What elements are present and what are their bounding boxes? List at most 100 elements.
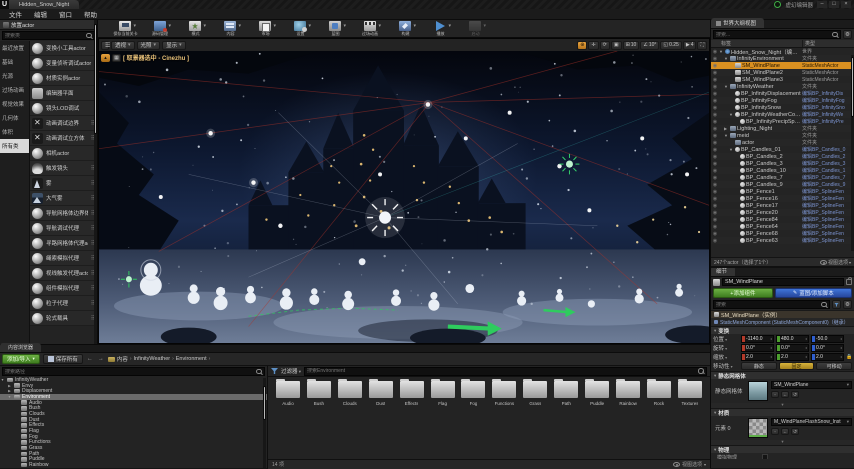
z-field[interactable]: 0.0° (811, 344, 844, 352)
outliner-row-type[interactable]: 编辑BP_Candles_0 (802, 146, 854, 153)
outliner-row-type[interactable]: 编辑BP_InfinityDis (802, 90, 854, 97)
outliner-search[interactable] (713, 30, 841, 39)
outliner-row[interactable]: ◉ BP_Fence20 编辑BP_SplineFen (711, 209, 854, 216)
toolbar-button[interactable]: 蓝图 (318, 21, 352, 37)
grid-snap-button[interactable]: ⊞ 10 (623, 41, 640, 50)
outliner-row-type[interactable]: StaticMeshActor (802, 70, 854, 76)
expander-icon[interactable]: ▼ (729, 147, 734, 152)
place-actor-item[interactable]: 大气雾 ⠿ (30, 191, 97, 206)
path-search-input[interactable] (5, 369, 256, 375)
reset-icon[interactable]: ↺ (791, 391, 799, 398)
scale-tool-button[interactable]: ▣ (611, 41, 622, 50)
place-actor-item[interactable]: 镜头LOD调试 ⠿ (30, 101, 97, 116)
place-actor-item[interactable]: 变换小工具actor ⠿ (30, 41, 97, 56)
outliner-row-type[interactable]: 编辑BP_SplineFen (802, 188, 854, 195)
outliner-row[interactable]: ◉ BP_Fence64 编辑BP_SplineFen (711, 223, 854, 230)
toolbar-button[interactable]: 过场动画 (353, 21, 387, 37)
transform-section-header[interactable]: 变换 (711, 326, 854, 334)
assets-search-input[interactable] (307, 368, 698, 374)
content-browser-tab[interactable]: 内容浏览器 (0, 343, 41, 352)
outliner-row-type[interactable]: 文件夹 (802, 125, 854, 132)
outliner-row[interactable]: ◉ BP_Fence63 编辑BP_SplineFen (711, 237, 854, 244)
place-actors-search-input[interactable] (5, 33, 86, 39)
details-tab[interactable]: 细节 (711, 268, 735, 276)
gizmo-coordinate-button[interactable]: ⊕ (577, 41, 587, 50)
y-field[interactable]: 2.0 (776, 353, 809, 361)
outliner-row[interactable]: ◉ SM_WindPlane2 StaticMeshActor (711, 69, 854, 76)
browse-to-asset-icon[interactable]: ◦ (771, 391, 779, 398)
toolbar-button[interactable]: 设置 (283, 21, 317, 37)
browse-to-asset-icon[interactable]: ◦ (771, 428, 779, 435)
details-settings-button[interactable]: ⚙ (843, 300, 852, 309)
visibility-eye-icon[interactable]: ◉ (711, 196, 719, 202)
outliner-row-type[interactable]: 编辑BP_InfinityFog (802, 97, 854, 104)
window-control-button[interactable]: × (841, 1, 851, 8)
visibility-eye-icon[interactable]: ◉ (711, 84, 719, 90)
outliner-row[interactable]: ◉ BP_InfinityPrecipSphere 编辑BP_InfinityP… (711, 118, 854, 125)
rotate-tool-button[interactable]: ⟳ (600, 41, 610, 50)
visibility-eye-icon[interactable]: ◉ (711, 98, 719, 104)
place-actors-category[interactable]: 所有类 (0, 139, 29, 153)
outliner-row-type[interactable]: 文件夹 (802, 55, 854, 62)
folder-tile[interactable]: Effects (398, 381, 426, 406)
visibility-eye-icon[interactable]: ◉ (711, 91, 719, 97)
visibility-eye-icon[interactable]: ◉ (711, 210, 719, 216)
outliner-row[interactable]: ◉ BP_Candles_9 编辑BP_Candles_9 (711, 181, 854, 188)
outliner-row-type[interactable]: 编辑BP_InfinitySno (802, 104, 854, 111)
folder-tile[interactable]: Audio (274, 381, 302, 406)
folder-tile[interactable]: Dust (367, 381, 395, 406)
visibility-eye-icon[interactable]: ◉ (711, 217, 719, 223)
visibility-eye-icon[interactable]: ◉ (711, 119, 719, 125)
outliner-row-type[interactable]: 编辑BP_InfinityWe (802, 111, 854, 118)
place-actor-item[interactable]: 材质实例actor ⠿ (30, 71, 97, 86)
place-actors-category[interactable]: 视觉效果 (0, 97, 29, 111)
x-field[interactable]: -1140.0 (741, 335, 774, 343)
toolbar-button[interactable]: 内容 (213, 21, 247, 37)
visibility-eye-icon[interactable]: ◉ (711, 182, 719, 188)
eject-pilot-button[interactable]: ▴ (101, 54, 110, 62)
content-tree-scrollbar[interactable] (263, 378, 266, 468)
place-actor-item[interactable]: 导航调试代理 ⠿ (30, 221, 97, 236)
outliner-row-type[interactable]: 编辑BP_Candles_9 (802, 181, 854, 188)
y-field[interactable]: 480.0 (776, 335, 809, 343)
filters-button[interactable]: 过滤器 (281, 367, 301, 375)
visibility-eye-icon[interactable]: ◉ (711, 147, 719, 153)
details-search[interactable] (713, 300, 830, 309)
outliner-row-type[interactable]: 编辑BP_Candles_1 (802, 167, 854, 174)
menu-item[interactable]: 编辑 (29, 8, 52, 20)
breadcrumb-item[interactable]: InfinityWeather (134, 356, 171, 362)
place-actor-item[interactable]: 动画调试立方体 ⠿ (30, 131, 97, 146)
folder-tile[interactable]: Fog (460, 381, 488, 406)
visibility-eye-icon[interactable]: ◉ (711, 77, 719, 83)
outliner-row[interactable]: ◉ BP_Candles_2 编辑BP_Candles_2 (711, 153, 854, 160)
viewport[interactable]: 透视 光照 显示 ⊕ ✛ ⟳ ▣ ⊞ 10 ∠ 10° (98, 38, 710, 344)
outliner-row[interactable]: ◉ BP_Candles_3 编辑BP_Candles_3 (711, 160, 854, 167)
outliner-row[interactable]: ◉ actor 文件夹 (711, 139, 854, 146)
outliner-row-type[interactable]: 文件夹 (802, 139, 854, 146)
toolbar-button[interactable]: 模式 (178, 21, 212, 37)
back-button[interactable]: ← (86, 356, 94, 362)
breadcrumb-item[interactable]: 内容 (117, 355, 128, 363)
folder-tile[interactable]: Path (552, 381, 580, 406)
outliner-row-type[interactable]: 文件夹 (802, 132, 854, 139)
static-mesh-thumbnail[interactable] (748, 381, 768, 401)
place-actor-item[interactable]: 组件模拟代理 ⠿ (30, 281, 97, 296)
column-type[interactable]: 类型 (802, 40, 854, 47)
outliner-row[interactable]: ◉ ▼ InfinityEnvironment 文件夹 (711, 55, 854, 62)
outliner-row[interactable]: ◉ BP_InfinitySnow 编辑BP_InfinitySno (711, 104, 854, 111)
outliner-row[interactable]: ◉ ▼ BP_InfinityWeatherController 编辑BP_In… (711, 111, 854, 118)
expander-icon[interactable]: ▶ (724, 126, 729, 131)
outliner-row-type[interactable]: 编辑BP_SplineFen (802, 216, 854, 223)
expander-icon[interactable]: ▼ (729, 112, 734, 117)
viewport-options-button[interactable] (101, 41, 109, 50)
folder-tile[interactable]: Flag (429, 381, 457, 406)
z-field[interactable]: -50.0 (811, 335, 844, 343)
outliner-row-type[interactable]: 编辑BP_SplineFen (802, 223, 854, 230)
window-control-button[interactable]: – (817, 1, 827, 8)
place-actors-search[interactable] (2, 31, 95, 40)
details-search-input[interactable] (716, 302, 821, 308)
mobility-option[interactable]: 静态 (741, 362, 777, 370)
place-actor-item[interactable]: 相机actor ⠿ (30, 146, 97, 161)
y-field[interactable]: 0.0° (776, 344, 809, 352)
viewport-lit-button[interactable]: 光照 (137, 41, 161, 50)
